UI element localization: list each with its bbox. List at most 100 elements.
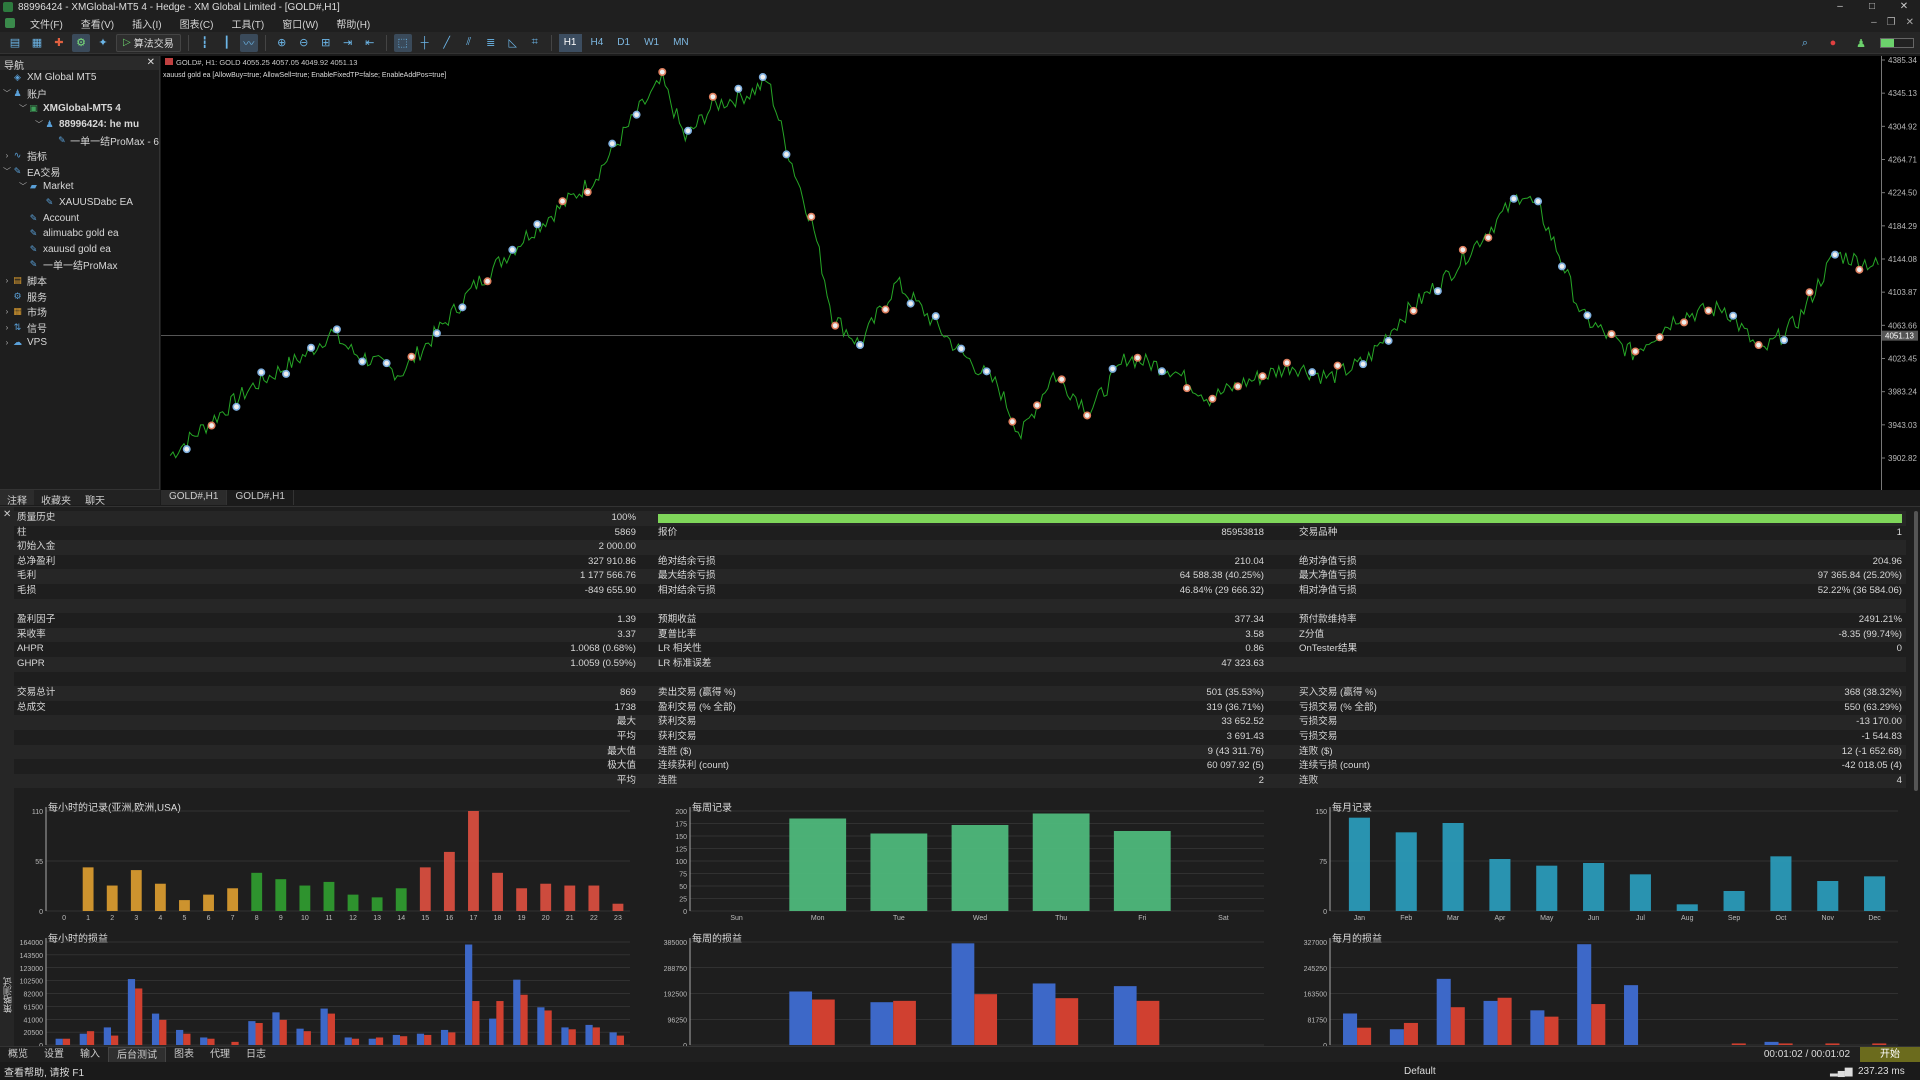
new-order-icon[interactable]: ✚ — [50, 34, 68, 52]
buy-deal-marker[interactable] — [307, 343, 316, 352]
zoom-in-icon[interactable]: ⊕ — [273, 34, 291, 52]
buy-deal-marker[interactable] — [1359, 360, 1368, 369]
sell-deal-marker[interactable] — [1333, 361, 1342, 370]
timeframe-h4[interactable]: H4 — [586, 34, 609, 52]
chart-shift-icon[interactable]: ⇤ — [361, 34, 379, 52]
sell-deal-marker[interactable] — [207, 421, 216, 430]
buy-deal-marker[interactable] — [257, 368, 266, 377]
buy-deal-marker[interactable] — [608, 139, 617, 148]
auto-scroll-icon[interactable]: ⇥ — [339, 34, 357, 52]
metaeditor-icon[interactable]: ⚙ — [72, 33, 90, 52]
child-close-icon[interactable]: ✕ — [1906, 17, 1914, 28]
sell-deal-marker[interactable] — [807, 212, 816, 221]
menu-view[interactable]: 查看(V) — [72, 16, 123, 31]
tab-graph[interactable]: 图表 — [166, 1047, 202, 1063]
tree-item[interactable]: › ∿ 指标 — [0, 148, 159, 164]
tab-settings[interactable]: 设置 — [36, 1047, 72, 1063]
buy-deal-marker[interactable] — [931, 312, 940, 321]
sell-deal-marker[interactable] — [1680, 318, 1689, 327]
buy-deal-marker[interactable] — [1729, 311, 1738, 320]
buy-deal-marker[interactable] — [232, 402, 241, 411]
minimize-button[interactable]: – — [1824, 0, 1856, 14]
buy-deal-marker[interactable] — [982, 367, 991, 376]
tester-close-icon[interactable]: ✕ — [3, 509, 11, 520]
buy-deal-marker[interactable] — [1780, 336, 1789, 345]
menu-file[interactable]: 文件(F) — [21, 16, 72, 31]
status-profile[interactable]: Default — [1404, 1066, 1436, 1077]
sell-deal-marker[interactable] — [658, 68, 667, 77]
buy-deal-marker[interactable] — [182, 445, 191, 454]
buy-deal-marker[interactable] — [684, 126, 693, 135]
algo-trading-button[interactable]: ▷ 算法交易 — [116, 33, 181, 52]
buy-deal-marker[interactable] — [734, 84, 743, 93]
buy-deal-marker[interactable] — [1108, 364, 1117, 373]
gann-icon[interactable]: ◺ — [504, 34, 522, 52]
buy-deal-marker[interactable] — [957, 344, 966, 353]
tree-item[interactable]: ✎ XAUUSDabc EA — [0, 195, 159, 211]
buy-deal-marker[interactable] — [1557, 262, 1566, 271]
bar-chart-icon[interactable]: ┇ — [196, 34, 214, 52]
fibonacci-icon[interactable]: ≣ — [482, 34, 500, 52]
buy-deal-marker[interactable] — [782, 150, 791, 159]
buy-deal-marker[interactable] — [382, 359, 391, 368]
start-button[interactable]: 开始 — [1860, 1047, 1920, 1063]
sell-deal-marker[interactable] — [1182, 384, 1191, 393]
report-scrollbar[interactable] — [1914, 511, 1918, 791]
close-window-button[interactable]: ✕ — [1888, 0, 1920, 14]
tree-item[interactable]: › ▦ 市场 — [0, 304, 159, 320]
crosshair-icon[interactable]: ┼ — [416, 34, 434, 52]
sell-deal-marker[interactable] — [1631, 347, 1640, 356]
tab-comments[interactable]: 注释 — [0, 490, 34, 507]
profiles-icon[interactable]: ▦ — [28, 34, 46, 52]
tab-overview[interactable]: 概览 — [0, 1047, 36, 1063]
tree-item[interactable]: ﹀ ▣ XMGlobal-MT5 4 — [0, 101, 159, 117]
tree-item[interactable]: › ☁ VPS — [0, 335, 159, 351]
sell-deal-marker[interactable] — [1258, 372, 1267, 381]
expand-chevron-icon[interactable]: ﹀ — [18, 181, 28, 192]
expand-chevron-icon[interactable]: ﹀ — [2, 88, 12, 99]
expand-chevron-icon[interactable]: › — [2, 323, 12, 332]
expand-chevron-icon[interactable]: ﹀ — [2, 166, 12, 177]
timeframe-mn[interactable]: MN — [668, 34, 694, 52]
sell-deal-marker[interactable] — [1855, 265, 1864, 274]
sell-deal-marker[interactable] — [1607, 330, 1616, 339]
sell-deal-marker[interactable] — [708, 92, 717, 101]
buy-deal-marker[interactable] — [432, 329, 441, 338]
buy-deal-marker[interactable] — [1534, 197, 1543, 206]
buy-deal-marker[interactable] — [906, 299, 915, 308]
buy-deal-marker[interactable] — [1509, 194, 1518, 203]
tree-item[interactable]: ﹀ ✎ EA交易 — [0, 164, 159, 180]
buy-deal-marker[interactable] — [1157, 367, 1166, 376]
sell-deal-marker[interactable] — [407, 352, 416, 361]
menu-tools[interactable]: 工具(T) — [222, 16, 273, 31]
sell-deal-marker[interactable] — [1409, 306, 1418, 315]
line-chart-icon[interactable]: 〰 — [239, 33, 258, 52]
sell-deal-marker[interactable] — [1484, 233, 1493, 242]
tree-item[interactable]: ⚙ 服务 — [0, 288, 159, 304]
tab-journal[interactable]: 日志 — [238, 1047, 274, 1063]
timeframe-h1[interactable]: H1 — [558, 33, 582, 52]
expand-chevron-icon[interactable]: › — [2, 276, 12, 285]
buy-deal-marker[interactable] — [358, 357, 367, 366]
buy-deal-marker[interactable] — [458, 303, 467, 312]
buy-deal-marker[interactable] — [856, 340, 865, 349]
sell-deal-marker[interactable] — [1704, 306, 1713, 315]
tree-item[interactable]: › ▤ 脚本 — [0, 273, 159, 289]
navigator-close-icon[interactable]: ✕ — [147, 57, 155, 69]
buy-deal-marker[interactable] — [1583, 311, 1592, 320]
menu-insert[interactable]: 插入(I) — [123, 16, 170, 31]
cursor-icon[interactable]: ⬚ — [393, 33, 412, 52]
maximize-button[interactable]: □ — [1856, 0, 1888, 14]
trendline-icon[interactable]: ╱ — [438, 34, 456, 52]
sell-deal-marker[interactable] — [1208, 394, 1217, 403]
tab-favorites[interactable]: 收藏夹 — [34, 490, 78, 507]
tree-item[interactable]: ◈ XM Global MT5 — [0, 70, 159, 86]
tree-item[interactable]: ﹀ ♟ 账户 — [0, 86, 159, 102]
strategy-tester-icon[interactable]: ✦ — [94, 34, 112, 52]
sell-deal-marker[interactable] — [1805, 288, 1814, 297]
candlestick-icon[interactable]: ┃ — [218, 34, 236, 52]
sell-deal-marker[interactable] — [1133, 353, 1142, 362]
sell-deal-marker[interactable] — [1083, 411, 1092, 420]
sell-deal-marker[interactable] — [1282, 358, 1291, 367]
buy-deal-marker[interactable] — [758, 73, 767, 82]
